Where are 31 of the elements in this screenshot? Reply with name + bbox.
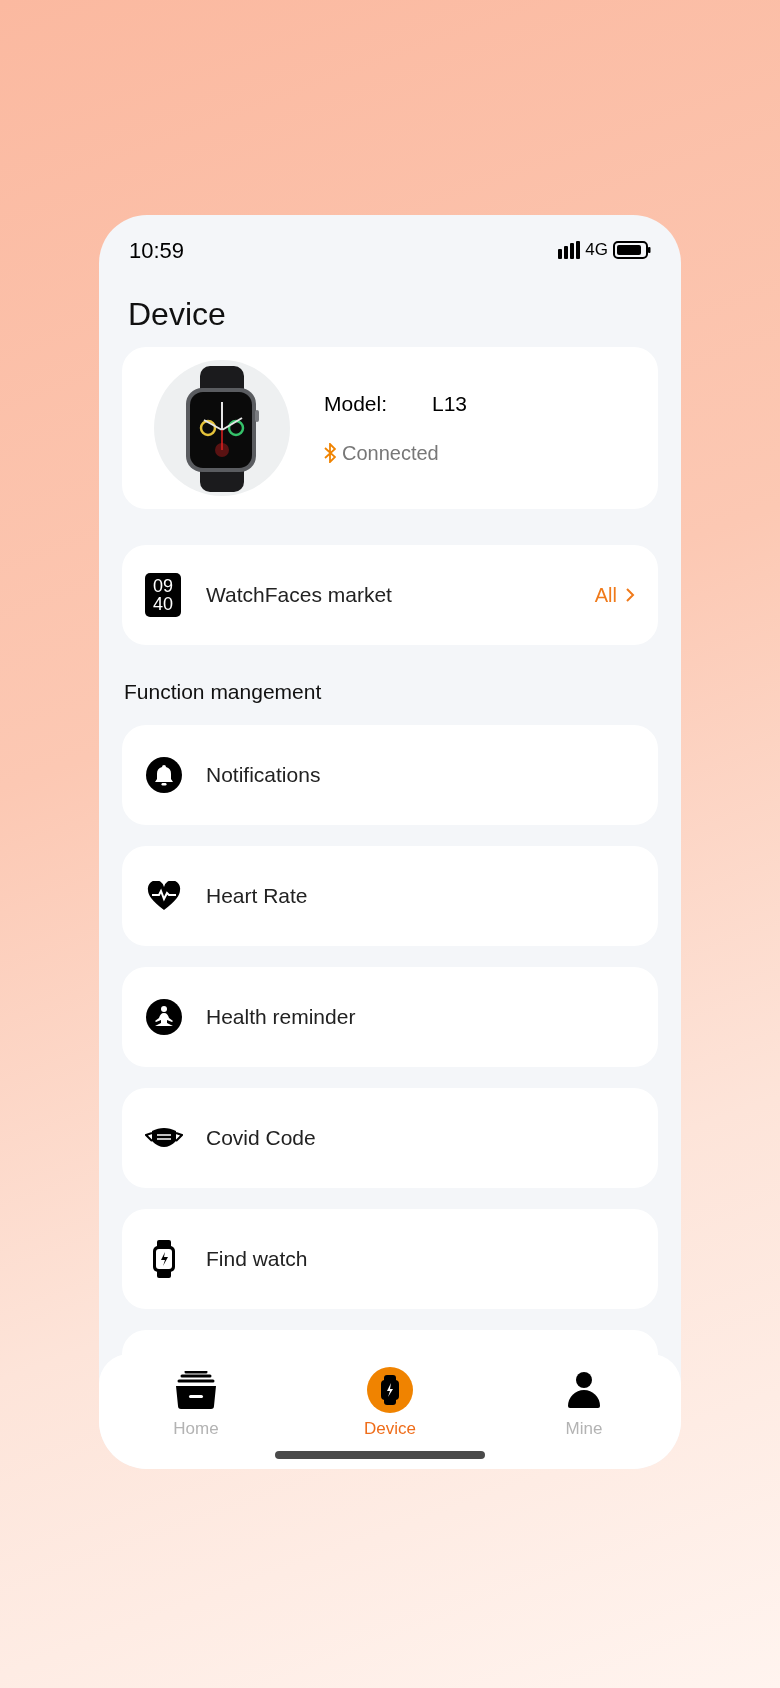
meditation-icon bbox=[146, 999, 182, 1035]
bell-icon bbox=[146, 757, 182, 793]
row-label: Health reminder bbox=[206, 1004, 356, 1031]
connection-status: Connected bbox=[342, 440, 439, 466]
signal-icon bbox=[558, 241, 581, 259]
battery-icon bbox=[613, 241, 651, 259]
function-row[interactable]: Find watch bbox=[122, 1209, 658, 1309]
network-label: 4G bbox=[585, 239, 608, 262]
watch-icon bbox=[152, 1240, 176, 1278]
function-row[interactable]: Heart Rate bbox=[122, 846, 658, 946]
chevron-right-icon bbox=[625, 587, 635, 603]
row-label: Find watch bbox=[206, 1246, 308, 1273]
function-row[interactable]: Covid Code bbox=[122, 1088, 658, 1188]
page-title: Device bbox=[128, 295, 226, 334]
model-value: L13 bbox=[432, 391, 468, 418]
row-label: Notifications bbox=[206, 762, 321, 789]
heart-pulse-icon bbox=[147, 881, 181, 911]
status-time: 10:59 bbox=[129, 236, 185, 265]
row-label: Covid Code bbox=[206, 1125, 316, 1152]
watchfaces-row[interactable]: 09 40 WatchFaces market All bbox=[122, 545, 658, 645]
function-row[interactable]: Health reminder bbox=[122, 967, 658, 1067]
watch-icon bbox=[367, 1367, 413, 1413]
section-title: Function mangement bbox=[124, 679, 322, 706]
drawer-icon bbox=[176, 1371, 216, 1409]
row-label: WatchFaces market bbox=[206, 582, 393, 609]
function-row[interactable]: Notifications bbox=[122, 725, 658, 825]
model-label: Model: bbox=[324, 391, 389, 418]
clock-icon: 09 40 bbox=[145, 573, 181, 617]
person-icon bbox=[568, 1372, 600, 1408]
mask-icon bbox=[145, 1127, 183, 1149]
row-label: Heart Rate bbox=[206, 883, 308, 910]
